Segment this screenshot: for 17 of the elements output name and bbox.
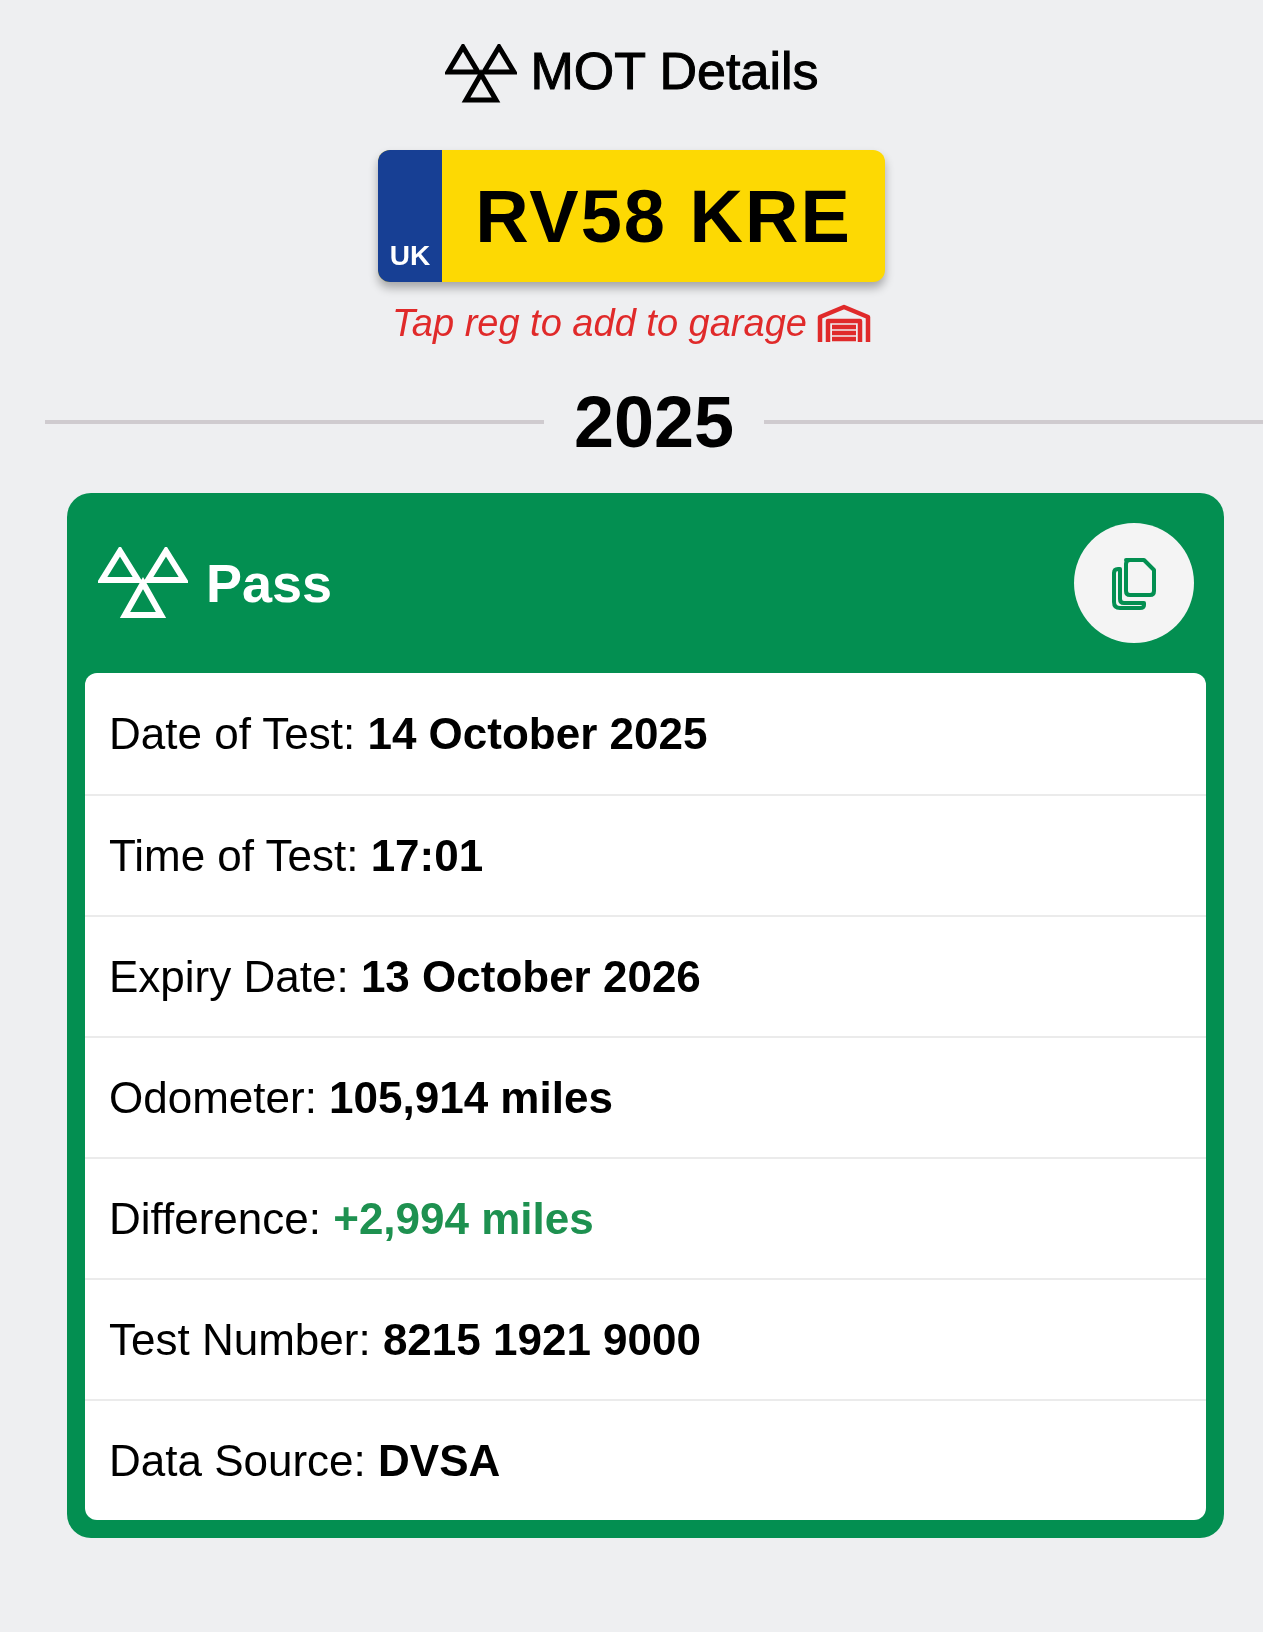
detail-text: Expiry Date: 13 October 2026 <box>109 951 701 1002</box>
result-label: Pass <box>206 552 334 614</box>
registration-number: RV58 KRE <box>474 173 853 259</box>
number-plate[interactable]: UK RV58 KRE <box>378 150 885 282</box>
detail-text: Odometer: 105,914 miles <box>109 1072 613 1123</box>
page-title: MOT Details <box>530 41 819 101</box>
garage-icon <box>816 303 871 344</box>
triangles-icon <box>444 44 517 104</box>
garage-hint: Tap reg to add to garage <box>392 302 807 345</box>
year-heading: 2025 <box>573 381 735 463</box>
detail-text: Data Source: DVSA <box>109 1435 501 1486</box>
detail-text: Time of Test: 17:01 <box>109 830 484 881</box>
country-code: UK <box>389 240 431 272</box>
detail-text: Date of Test: 14 October 2025 <box>109 708 708 759</box>
triangles-icon <box>98 547 188 619</box>
detail-text: Test Number: 8215 1921 9000 <box>109 1314 701 1365</box>
detail-text: Difference: +2,994 miles <box>109 1193 594 1244</box>
